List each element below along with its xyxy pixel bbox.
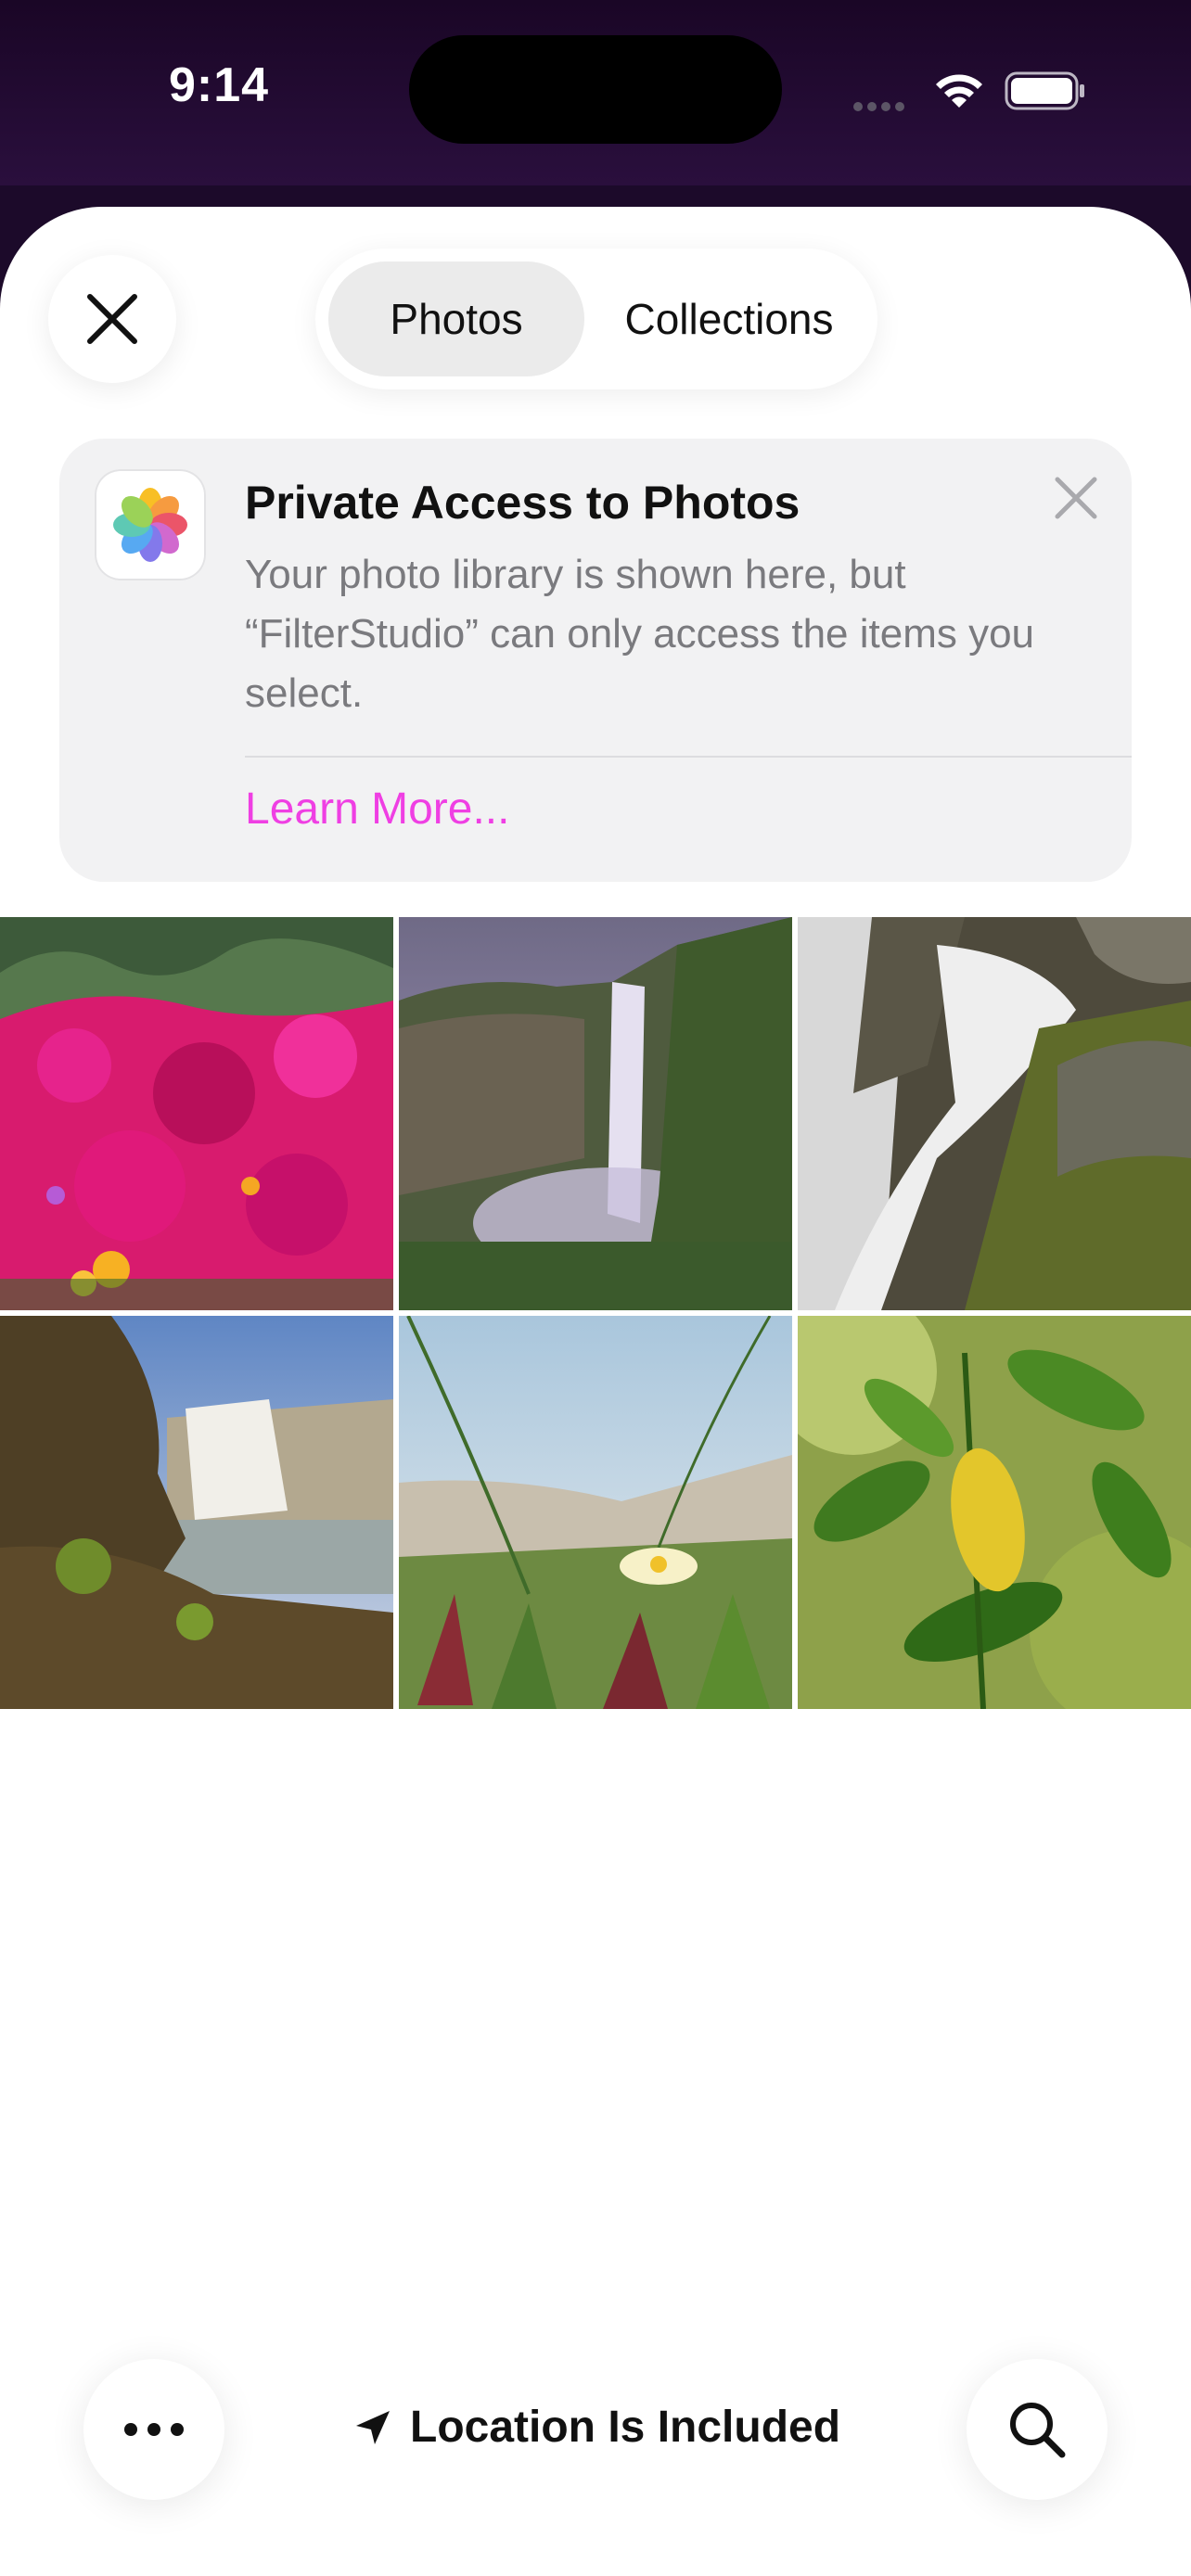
banner-dismiss-icon[interactable] bbox=[1048, 470, 1104, 526]
banner-divider bbox=[245, 756, 1132, 758]
photo-grid bbox=[0, 917, 1191, 1711]
dynamic-island bbox=[409, 35, 782, 144]
tab-photos[interactable]: Photos bbox=[328, 261, 584, 376]
cellular-signal-icon bbox=[853, 99, 909, 116]
private-access-banner: Private Access to Photos Your photo libr… bbox=[59, 439, 1132, 882]
search-button[interactable] bbox=[967, 2359, 1108, 2500]
photo-thumbnail[interactable] bbox=[0, 917, 393, 1310]
status-time: 9:14 bbox=[169, 58, 270, 112]
tab-switcher: Photos Collections bbox=[315, 249, 877, 389]
banner-body: Your photo library is shown here, but “F… bbox=[245, 552, 1035, 716]
wifi-icon bbox=[936, 74, 982, 108]
more-options-button[interactable] bbox=[83, 2359, 224, 2500]
location-arrow-icon bbox=[356, 2410, 390, 2444]
location-toggle[interactable]: Location Is Included bbox=[352, 2402, 840, 2453]
photo-thumbnail[interactable] bbox=[798, 917, 1191, 1310]
photo-thumbnail[interactable] bbox=[399, 917, 792, 1310]
status-bar: 9:14 bbox=[0, 0, 1191, 185]
banner-title: Private Access to Photos bbox=[245, 477, 800, 529]
close-button[interactable] bbox=[48, 255, 176, 383]
photos-app-icon bbox=[95, 469, 206, 580]
magnifier-icon bbox=[1010, 2403, 1066, 2458]
photo-thumbnail[interactable] bbox=[0, 1316, 393, 1709]
ellipsis-icon bbox=[124, 2423, 184, 2436]
battery-icon bbox=[1005, 71, 1084, 110]
close-icon bbox=[87, 294, 137, 344]
photo-thumbnail[interactable] bbox=[399, 1316, 792, 1709]
location-label: Location Is Included bbox=[410, 2403, 841, 2452]
photo-thumbnail[interactable] bbox=[798, 1316, 1191, 1709]
tab-collections[interactable]: Collections bbox=[594, 261, 864, 376]
learn-more-link[interactable]: Learn More... bbox=[245, 784, 509, 835]
